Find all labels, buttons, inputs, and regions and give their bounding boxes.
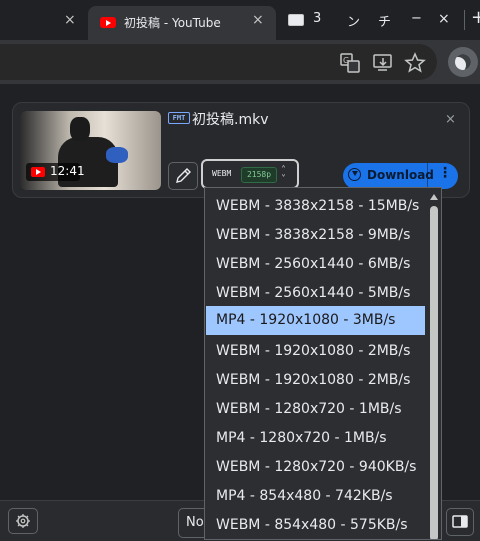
youtube-icon: [31, 167, 45, 177]
tab-title-partial[interactable]: 3: [313, 11, 321, 26]
divider: [464, 10, 465, 30]
gear-icon: [16, 514, 30, 528]
chevron-updown-icon: ˄ ˅: [281, 165, 286, 185]
tab-strip: × 初投稿 - YouTube × 3 ン チ − × +: [0, 0, 480, 40]
tab-title-partial[interactable]: ン: [347, 11, 360, 30]
settings-button[interactable]: [8, 508, 38, 534]
format-select[interactable]: WEBM 2158p ˄ ˅: [201, 159, 299, 189]
format-option[interactable]: MP4 - 854x480 - 742KB/s: [206, 482, 425, 511]
tab-title-partial[interactable]: チ: [378, 11, 391, 30]
thumbnail-object: [106, 147, 128, 163]
quality-badge: 2158p: [241, 167, 277, 183]
format-option[interactable]: WEBM - 1280x720 - 1MB/s: [206, 395, 425, 424]
bookmark-star-icon[interactable]: [404, 52, 426, 74]
browser-toolbar: G: [0, 40, 480, 84]
thumbnail-figure-head: [70, 117, 90, 141]
divider: [427, 163, 428, 189]
tab-title: 初投稿 - YouTube: [124, 16, 221, 30]
format-option[interactable]: WEBM - 854x480 - 575KB/s: [206, 511, 425, 539]
close-window-button[interactable]: ×: [438, 11, 450, 27]
download-label: Download: [367, 168, 434, 182]
side-panel-button[interactable]: [446, 508, 474, 536]
download-icon: [348, 168, 361, 181]
format-option[interactable]: WEBM - 1280x720 - 940KB/s: [206, 453, 425, 482]
format-option[interactable]: MP4 - 1280x720 - 1MB/s: [206, 424, 425, 453]
minimize-button[interactable]: −: [411, 11, 422, 26]
translate-icon[interactable]: G: [339, 52, 361, 74]
scrollbar-thumb[interactable]: [430, 206, 438, 539]
download-button[interactable]: Download ⋮: [343, 163, 458, 189]
scroll-up-arrow-icon[interactable]: [430, 194, 438, 200]
side-panel-icon: [452, 515, 468, 528]
format-option[interactable]: WEBM - 2560x1440 - 5MB/s: [206, 279, 425, 308]
format-option[interactable]: WEBM - 3838x2158 - 9MB/s: [206, 221, 425, 250]
no-button-label: No: [186, 515, 204, 530]
format-dropdown-list: WEBM - 3838x2158 - 15MB/s WEBM - 3838x21…: [204, 187, 442, 540]
selected-format: WEBM: [212, 169, 232, 178]
more-options-icon[interactable]: ⋮: [438, 165, 452, 181]
new-tab-icon[interactable]: +: [471, 7, 480, 28]
pencil-icon: [176, 168, 191, 183]
youtube-icon: [100, 17, 116, 28]
format-option-selected[interactable]: MP4 - 1920x1080 - 3MB/s: [206, 306, 425, 335]
duration-text: 12:41: [50, 164, 85, 178]
tab-close-button[interactable]: ×: [64, 12, 76, 28]
gamepad-icon: [288, 14, 304, 26]
format-option[interactable]: WEBM - 2560x1440 - 6MB/s: [206, 250, 425, 279]
cast-icon[interactable]: [372, 52, 394, 74]
format-option[interactable]: WEBM - 1920x1080 - 2MB/s: [206, 337, 425, 366]
tab-youtube[interactable]: 初投稿 - YouTube ×: [88, 6, 276, 40]
profile-avatar[interactable]: [448, 47, 478, 77]
format-option[interactable]: WEBM - 3838x2158 - 15MB/s: [206, 192, 425, 221]
format-option[interactable]: WEBM - 1920x1080 - 2MB/s: [206, 366, 425, 395]
file-name: 初投稿.mkv: [192, 112, 269, 128]
duration-badge: 12:41: [26, 163, 85, 181]
card-close-button[interactable]: ×: [445, 112, 456, 127]
edit-button[interactable]: [168, 162, 198, 190]
file-format-badge: FMT: [168, 112, 190, 124]
svg-text:G: G: [343, 56, 349, 65]
tab-close-button[interactable]: ×: [252, 12, 264, 28]
